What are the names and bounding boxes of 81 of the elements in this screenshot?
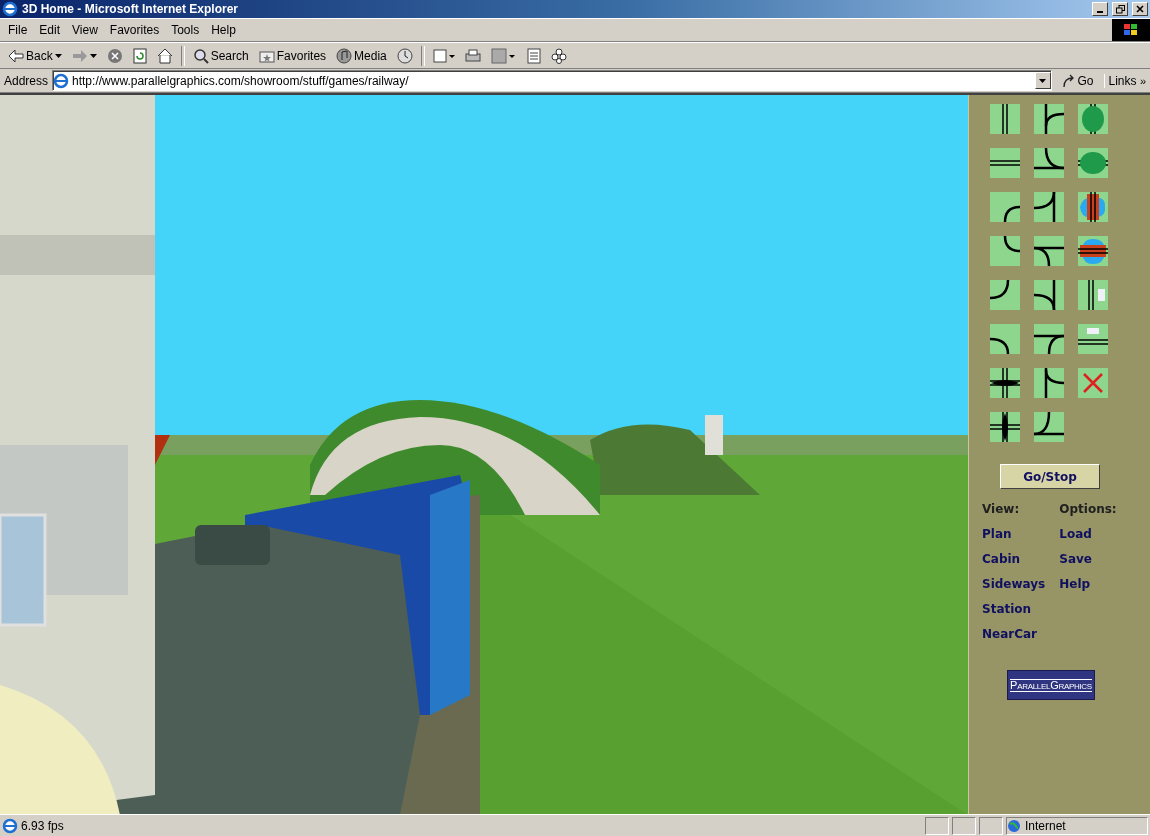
favorites-button[interactable]: Favorites (254, 44, 331, 67)
caret-icon (1039, 78, 1046, 83)
window-title: 3D Home - Microsoft Internet Explorer (22, 2, 240, 16)
status-pane (925, 816, 949, 835)
curved-track-icon[interactable] (990, 280, 1020, 310)
status-pane (979, 816, 1003, 835)
view-heading: View: (982, 501, 1020, 518)
options-heading: Options: (1059, 501, 1117, 518)
junction-track-icon[interactable] (1034, 412, 1064, 442)
crossing-track-icon[interactable] (990, 412, 1020, 442)
caret-icon (89, 53, 97, 58)
options-link[interactable]: Help (1059, 576, 1091, 593)
station-icon[interactable] (1078, 192, 1108, 222)
curved-track-icon[interactable] (990, 192, 1020, 222)
minimize-button[interactable] (1092, 2, 1108, 16)
page-icon (53, 72, 70, 89)
view-link[interactable]: Cabin (982, 551, 1021, 568)
junction-track-icon[interactable] (1034, 368, 1064, 398)
back-button[interactable]: Back (4, 44, 66, 67)
delete-x-icon[interactable] (1078, 368, 1108, 398)
caret-icon (54, 53, 62, 58)
page-icon (2, 817, 18, 834)
options-link[interactable]: Save (1059, 551, 1092, 568)
history-clock-icon (396, 47, 413, 64)
menu-item[interactable]: Edit (33, 23, 67, 37)
restore-button[interactable] (1112, 2, 1128, 16)
go-stop-button[interactable]: Go/Stop (1000, 464, 1100, 489)
document-icon (526, 47, 541, 64)
train-car-icon[interactable] (1078, 104, 1108, 134)
view-link[interactable]: Station (982, 601, 1032, 618)
close-button[interactable] (1132, 2, 1148, 16)
search-button[interactable]: Search (188, 44, 253, 67)
dropdown-button[interactable] (1034, 72, 1051, 89)
address-field[interactable]: http://www.parallelgraphics.com/showroom/stuff/games/railway/ (52, 70, 1052, 91)
view-link[interactable]: Sideways (982, 576, 1046, 593)
signal-track-icon[interactable] (1078, 324, 1108, 354)
status-text: 6.93 fps (21, 818, 65, 833)
straight-track-icon[interactable] (990, 104, 1020, 134)
menu-item[interactable]: Tools (165, 23, 206, 37)
menu-item[interactable]: View (66, 23, 104, 37)
junction-track-icon[interactable] (1034, 236, 1064, 266)
back-arrow-icon (8, 48, 24, 63)
zone-label: Internet (1025, 818, 1066, 833)
station-icon[interactable] (1078, 236, 1108, 266)
junction-track-icon[interactable] (1034, 192, 1064, 222)
stop-icon (106, 47, 123, 64)
forward-arrow-icon (71, 48, 88, 63)
globe-music-icon (336, 47, 353, 64)
straight-track-icon[interactable] (990, 148, 1020, 178)
logo-link[interactable]: ParallelGraphics (1007, 670, 1095, 700)
restore-icon (1115, 4, 1125, 14)
junction-track-icon[interactable] (1034, 104, 1064, 134)
close-icon (1136, 5, 1144, 13)
menu-item[interactable]: File (2, 23, 34, 37)
links-button[interactable]: Links » (1103, 73, 1150, 88)
go-arrow-icon (1061, 73, 1076, 88)
windows-flag-icon (1123, 23, 1139, 37)
printer-icon (464, 47, 481, 64)
flower-icon (550, 47, 567, 64)
browser-icon (2, 1, 18, 17)
home-icon (156, 47, 173, 64)
train-car-icon[interactable] (1078, 148, 1108, 178)
view-link[interactable]: NearCar (982, 626, 1038, 643)
refresh-icon (132, 47, 147, 64)
address-label: Address (4, 73, 49, 88)
curved-track-icon[interactable] (990, 324, 1020, 354)
menu-item[interactable]: Favorites (103, 23, 166, 37)
status-pane (952, 816, 976, 835)
view-link[interactable]: Plan (982, 526, 1012, 543)
junction-track-icon[interactable] (1034, 324, 1064, 354)
junction-track-icon[interactable] (1034, 280, 1064, 310)
globe-icon (1007, 818, 1021, 833)
search-icon (192, 47, 209, 64)
menu-item[interactable]: Help (205, 23, 242, 37)
crossing-track-icon[interactable] (990, 368, 1020, 398)
media-button[interactable]: Media (332, 44, 391, 67)
curved-track-icon[interactable] (990, 236, 1020, 266)
options-link[interactable]: Load (1059, 526, 1092, 543)
junction-track-icon[interactable] (1034, 148, 1064, 178)
signal-track-icon[interactable] (1078, 280, 1108, 310)
go-button[interactable]: Go (1055, 73, 1100, 88)
